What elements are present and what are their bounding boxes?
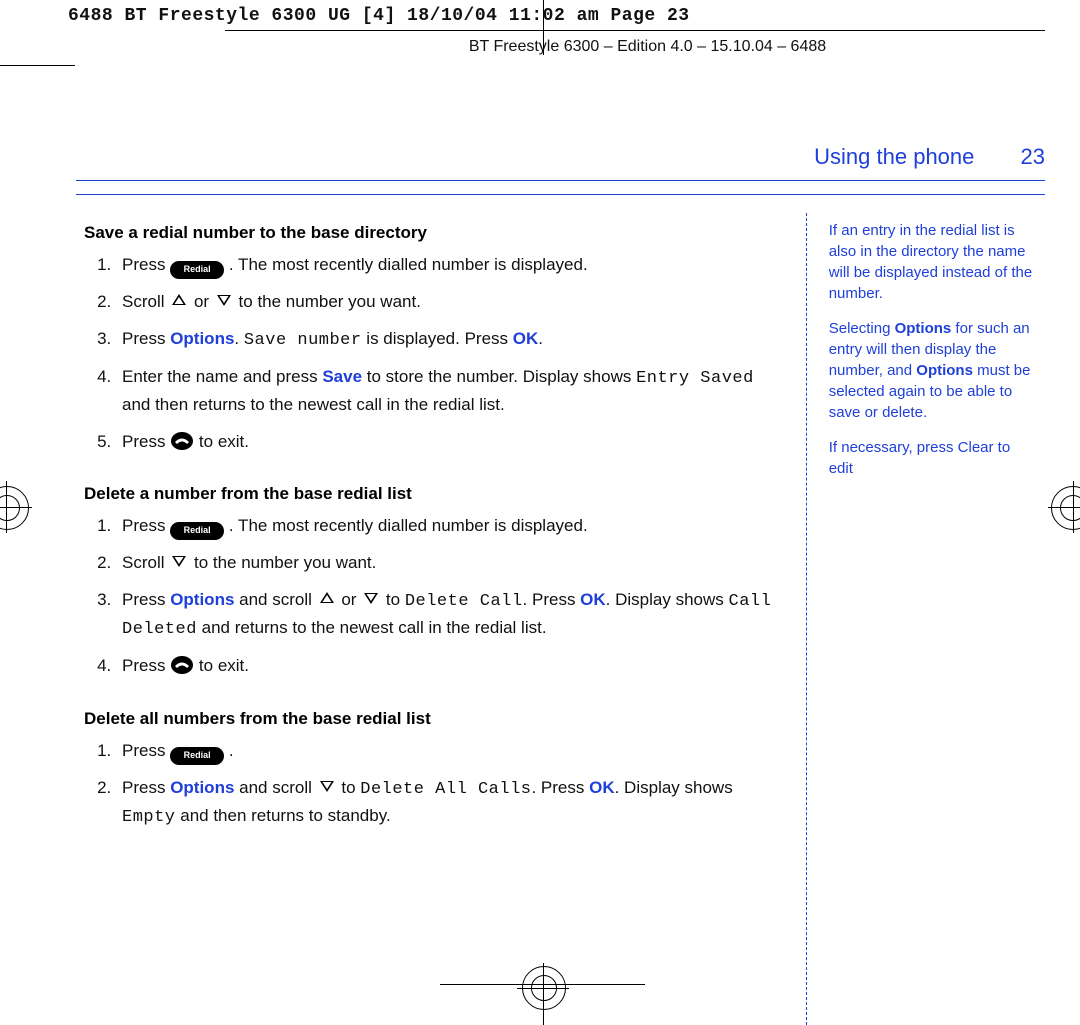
step: Press Redial . The most recently dialled… bbox=[116, 252, 786, 279]
down-arrow-icon bbox=[214, 291, 234, 309]
step: Press Redial . The most recently dialled… bbox=[116, 513, 786, 540]
lcd-text: Delete All Calls bbox=[360, 780, 531, 799]
reg-cross-left-h bbox=[0, 507, 32, 508]
section-heading: Delete a number from the base redial lis… bbox=[84, 481, 786, 507]
content-frame: Save a redial number to the base directo… bbox=[76, 180, 1045, 1025]
crop-hline-top-left bbox=[0, 65, 75, 66]
column-main: Save a redial number to the base directo… bbox=[76, 195, 806, 1025]
section-delete-all: Delete all numbers from the base redial … bbox=[84, 706, 786, 832]
down-arrow-icon bbox=[317, 777, 337, 795]
margin-note: Selecting Options for such an entry will… bbox=[829, 318, 1035, 423]
page-number: 23 bbox=[1021, 144, 1045, 170]
column-notes: If an entry in the redial list is also i… bbox=[807, 195, 1045, 1025]
redial-key-icon: Redial bbox=[170, 747, 224, 765]
step: Press Options. Save number is displayed.… bbox=[116, 326, 786, 354]
options-label: Options bbox=[895, 320, 952, 337]
section-heading: Delete all numbers from the base redial … bbox=[84, 706, 786, 732]
prepress-subheader: BT Freestyle 6300 – Edition 4.0 – 15.10.… bbox=[250, 38, 1045, 56]
section-save-redial: Save a redial number to the base directo… bbox=[84, 220, 786, 459]
section-title: Using the phone bbox=[814, 144, 974, 169]
lcd-text: Delete Call bbox=[405, 592, 523, 611]
step: Press Redial . bbox=[116, 738, 786, 765]
end-call-key-icon bbox=[170, 655, 194, 683]
step: Press to exit. bbox=[116, 653, 786, 683]
ok-label: OK bbox=[589, 778, 615, 797]
running-head: Using the phone 23 bbox=[655, 144, 1045, 170]
options-label: Options bbox=[916, 362, 973, 379]
section-delete-one: Delete a number from the base redial lis… bbox=[84, 481, 786, 684]
reg-cross-right-v bbox=[1073, 481, 1074, 533]
steps-list: Press Redial . The most recently dialled… bbox=[84, 252, 786, 459]
step: Scroll or to the number you want. bbox=[116, 289, 786, 315]
lcd-text: Entry Saved bbox=[636, 369, 754, 388]
redial-key-icon: Redial bbox=[170, 261, 224, 279]
step: Press Options and scroll or to Delete Ca… bbox=[116, 587, 786, 644]
reg-cross-right-h bbox=[1048, 507, 1080, 508]
ok-label: OK bbox=[580, 590, 606, 609]
margin-note: If necessary, press Clear to edit bbox=[829, 437, 1035, 479]
step: Press Options and scroll to Delete All C… bbox=[116, 775, 786, 832]
prepress-header: 6488 BT Freestyle 6300 UG [4] 18/10/04 1… bbox=[68, 6, 690, 26]
options-label: Options bbox=[170, 329, 234, 348]
up-arrow-icon bbox=[169, 291, 189, 309]
down-arrow-icon bbox=[361, 589, 381, 607]
step: Enter the name and press Save to store t… bbox=[116, 364, 786, 419]
ok-label: OK bbox=[513, 329, 539, 348]
reg-cross-left-v bbox=[6, 481, 7, 533]
options-label: Options bbox=[170, 778, 234, 797]
end-call-key-icon bbox=[170, 431, 194, 459]
step: Scroll to the number you want. bbox=[116, 550, 786, 576]
section-heading: Save a redial number to the base directo… bbox=[84, 220, 786, 246]
lcd-text: Save number bbox=[244, 331, 362, 350]
step: Press to exit. bbox=[116, 429, 786, 459]
lcd-text: Empty bbox=[122, 808, 176, 827]
content-inner: Save a redial number to the base directo… bbox=[76, 194, 1045, 1025]
reg-circle-right-inner bbox=[1060, 495, 1080, 521]
save-label: Save bbox=[322, 367, 362, 386]
up-arrow-icon bbox=[317, 589, 337, 607]
redial-key-icon: Redial bbox=[170, 522, 224, 540]
down-arrow-icon bbox=[169, 552, 189, 570]
prepress-rule bbox=[225, 30, 1045, 31]
options-label: Options bbox=[170, 590, 234, 609]
steps-list: Press Redial . Press Options and scroll … bbox=[84, 738, 786, 832]
steps-list: Press Redial . The most recently dialled… bbox=[84, 513, 786, 683]
margin-note: If an entry in the redial list is also i… bbox=[829, 220, 1035, 304]
